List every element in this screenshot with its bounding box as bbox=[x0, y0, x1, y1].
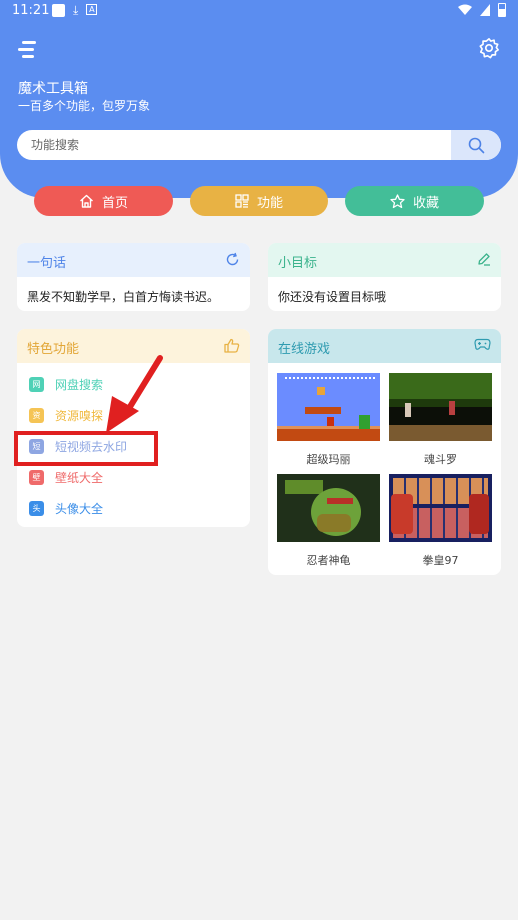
feature-item-wallpapers[interactable]: 壁 壁纸大全 bbox=[29, 468, 103, 486]
game-thumbnail bbox=[277, 474, 380, 542]
feature-badge: 头 bbox=[29, 500, 44, 516]
notification-icon bbox=[52, 4, 65, 17]
menu-icon[interactable] bbox=[18, 40, 38, 58]
refresh-icon[interactable] bbox=[225, 252, 240, 267]
game-kof97[interactable]: 拳皇97 bbox=[389, 474, 492, 568]
wifi-icon bbox=[458, 4, 472, 15]
thumbs-up-icon bbox=[224, 338, 240, 353]
header: 11:21 ⤓ A 魔术工具箱 一百多个功能，包罗万象 功能搜索 bbox=[0, 0, 518, 198]
feature-badge: 网 bbox=[29, 376, 44, 392]
goal-card-title: 小目标 bbox=[278, 256, 318, 271]
grid-icon bbox=[235, 194, 249, 208]
tab-home-label: 首页 bbox=[101, 195, 128, 211]
goal-card[interactable]: 小目标 你还没有设置目标哦 bbox=[268, 243, 501, 311]
edit-icon[interactable] bbox=[477, 252, 491, 266]
download-icon: ⤓ bbox=[73, 3, 79, 17]
feature-label: 头像大全 bbox=[55, 501, 104, 516]
game-name: 超级玛丽 bbox=[306, 453, 351, 466]
game-name: 忍者神龟 bbox=[306, 554, 351, 567]
feature-badge: 壁 bbox=[29, 469, 44, 485]
search-input[interactable]: 功能搜索 bbox=[31, 130, 79, 160]
feature-item-netdisk-search[interactable]: 网 网盘搜索 bbox=[29, 375, 103, 393]
goal-text: 你还没有设置目标哦 bbox=[278, 290, 387, 304]
highlight-box bbox=[14, 431, 158, 466]
game-ninja-turtles[interactable]: 忍者神龟 bbox=[277, 474, 380, 568]
search-button[interactable] bbox=[451, 130, 501, 160]
game-thumbnail bbox=[277, 373, 380, 441]
feature-badge: 资 bbox=[29, 407, 44, 423]
home-icon bbox=[80, 194, 93, 208]
quote-card-title: 一句话 bbox=[27, 256, 67, 271]
features-card-title: 特色功能 bbox=[27, 342, 80, 357]
features-card: 特色功能 bbox=[17, 329, 250, 527]
gear-icon[interactable] bbox=[478, 37, 500, 59]
feature-label: 资源嗅探 bbox=[55, 408, 104, 423]
tab-favorites-label: 收藏 bbox=[412, 195, 439, 211]
star-icon bbox=[390, 193, 405, 208]
feature-label: 壁纸大全 bbox=[55, 470, 104, 485]
tab-functions[interactable]: 功能 bbox=[190, 186, 328, 216]
signal-icon bbox=[480, 4, 490, 16]
search-bar[interactable]: 功能搜索 bbox=[17, 130, 501, 160]
tab-favorites[interactable]: 收藏 bbox=[345, 186, 484, 216]
feature-item-avatars[interactable]: 头 头像大全 bbox=[29, 499, 103, 517]
tab-functions-label: 功能 bbox=[256, 195, 283, 211]
app-subtitle: 一百多个功能，包罗万象 bbox=[18, 99, 151, 113]
search-icon bbox=[468, 137, 485, 154]
tab-home[interactable]: 首页 bbox=[34, 186, 173, 216]
quote-text: 黑发不知勤学早，白首方悔读书迟。 bbox=[27, 290, 220, 304]
game-super-mario[interactable]: 超级玛丽 bbox=[277, 373, 380, 467]
game-thumbnail bbox=[389, 373, 492, 441]
app-title: 魔术工具箱 bbox=[18, 81, 88, 97]
battery-icon bbox=[498, 3, 506, 17]
games-card-title: 在线游戏 bbox=[278, 342, 331, 357]
gamepad-icon bbox=[474, 338, 491, 350]
game-name: 拳皇97 bbox=[422, 554, 459, 567]
status-bar: 11:21 ⤓ A bbox=[0, 0, 518, 22]
game-contra[interactable]: 魂斗罗 bbox=[389, 373, 492, 467]
feature-label: 网盘搜索 bbox=[55, 377, 104, 392]
game-name: 魂斗罗 bbox=[424, 453, 457, 466]
game-thumbnail bbox=[389, 474, 492, 542]
status-time: 11:21 bbox=[12, 3, 50, 18]
feature-item-resource-sniff[interactable]: 资 资源嗅探 bbox=[29, 406, 103, 424]
quote-card: 一句话 黑发不知勤学早，白首方悔读书迟。 bbox=[17, 243, 250, 311]
app-notification-icon: A bbox=[86, 4, 98, 15]
